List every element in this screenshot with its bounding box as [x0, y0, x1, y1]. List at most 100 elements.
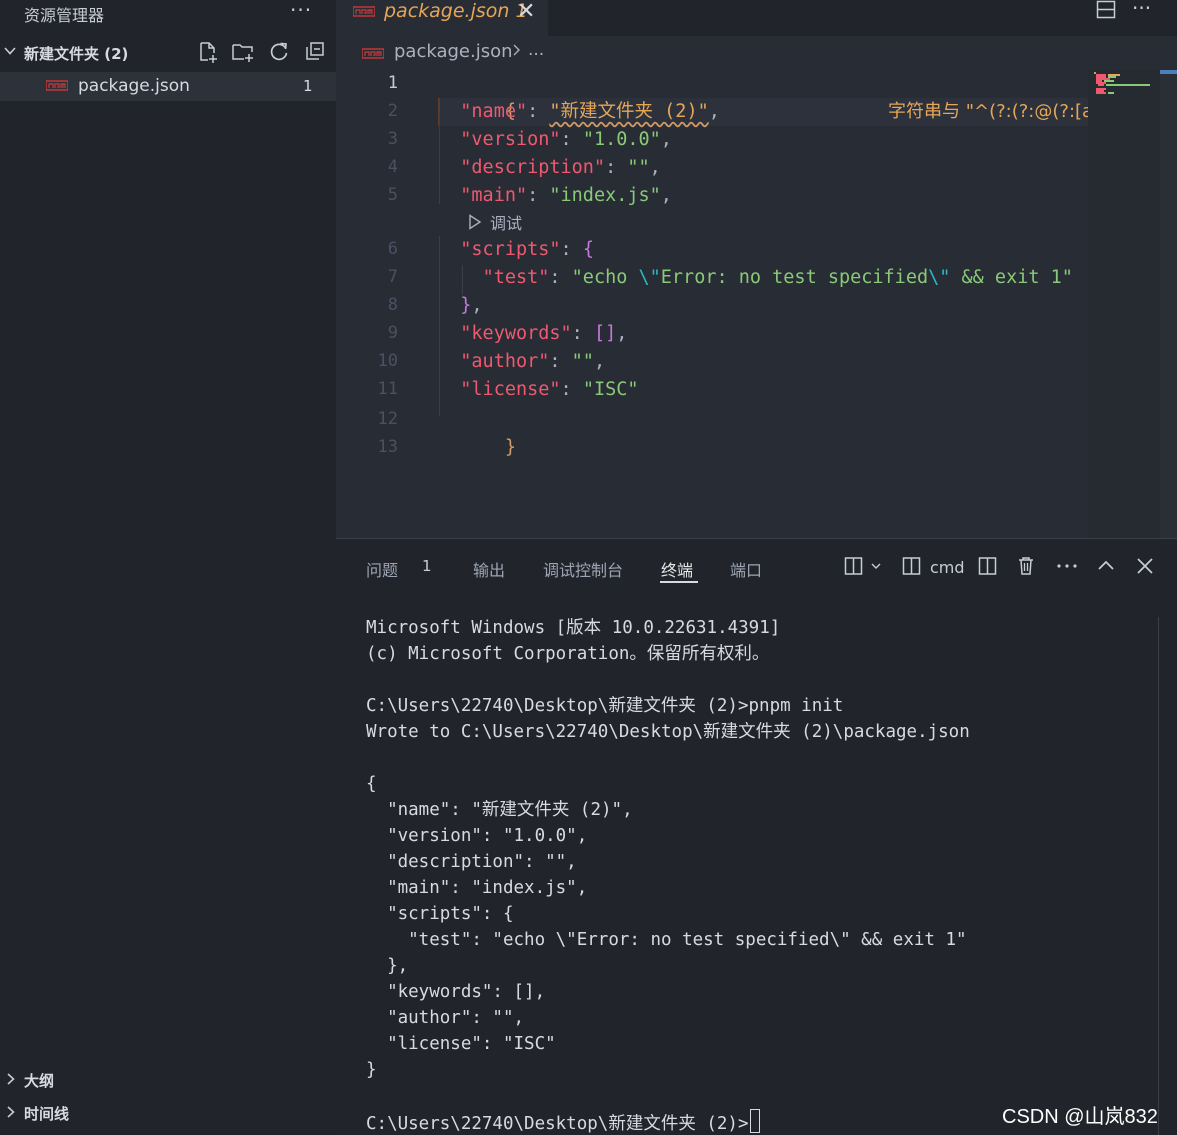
more-actions-icon[interactable] — [1056, 556, 1078, 576]
tab-debug-console[interactable]: 调试控制台 — [543, 557, 623, 581]
close-icon[interactable] — [1135, 556, 1155, 576]
line-number: 9 — [387, 323, 398, 343]
code-line-7: "test": "echo \"Error: no test specified… — [482, 267, 1073, 288]
folder-section-header[interactable]: 新建文件夹 (2) — [0, 38, 336, 68]
terminal-line: C:\Users\22740\Desktop\新建文件夹 (2)>pnpm in… — [366, 696, 844, 716]
code-line-9: "keywords": [], — [460, 323, 628, 344]
refresh-icon[interactable] — [267, 40, 291, 64]
problem-count-badge: 1 — [303, 77, 313, 95]
breadcrumb: package.json ... — [336, 36, 1177, 70]
breadcrumb-symbols[interactable]: ... — [528, 40, 544, 60]
close-icon[interactable]: ✕ — [517, 0, 535, 24]
terminal-output[interactable]: Microsoft Windows [版本 10.0.22631.4391] (c… — [366, 615, 1146, 1135]
terminal-prompt: C:\Users\22740\Desktop\新建文件夹 (2)> — [366, 1109, 760, 1135]
trash-icon[interactable] — [1016, 556, 1036, 576]
editor-tab-bar: package.json 1 ✕ ··· — [336, 0, 1177, 36]
tab-terminal[interactable]: 终端 — [661, 557, 693, 581]
timeline-label: 时间线 — [24, 1105, 70, 1123]
problems-count-badge: 1 — [422, 557, 432, 575]
terminal-line: "test": "echo \"Error: no test specified… — [366, 930, 967, 950]
terminal-cursor — [749, 1109, 760, 1133]
file-name: package.json — [78, 76, 190, 96]
code-editor[interactable]: 1 2 3 4 5 6 7 8 9 10 11 12 13 { "name": "新建文件夹 (2)",… — [336, 70, 1177, 538]
terminal-line: "author": "", — [366, 1008, 525, 1028]
line-number: 4 — [387, 157, 398, 177]
code-area[interactable]: { "name": "新建文件夹 (2)", 字符串与 "^(?:(?:@(?:… — [438, 70, 1088, 538]
terminal-line: "keywords": [], — [366, 982, 546, 1002]
timeline-section[interactable]: 时间线 — [0, 1100, 336, 1126]
watermark: CSDN @山岚832 — [1002, 1106, 1158, 1128]
folder-name: 新建文件夹 (2) — [24, 45, 129, 63]
terminal-line: Wrote to C:\Users\22740\Desktop\新建文件夹 (2… — [366, 722, 970, 742]
terminal-line: } — [366, 1060, 377, 1080]
chevron-right-icon — [7, 1106, 15, 1118]
npm-icon — [353, 6, 375, 17]
collapse-all-icon[interactable] — [303, 40, 327, 64]
tab-problems[interactable]: 问题 — [366, 557, 398, 581]
line-number-gutter: 1 2 3 4 5 6 7 8 9 10 11 12 13 — [336, 70, 426, 538]
tab-ports[interactable]: 端口 — [730, 557, 762, 581]
terminal-line: Microsoft Windows [版本 10.0.22631.4391] — [366, 618, 781, 638]
code-line-10: "author": "", — [460, 351, 606, 372]
new-file-icon[interactable] — [196, 40, 220, 64]
split-editor-icon[interactable] — [1096, 0, 1116, 20]
maximize-panel-icon[interactable] — [1096, 556, 1116, 576]
new-terminal-split-icon[interactable] — [844, 556, 884, 576]
editor-scrollbar[interactable] — [1160, 70, 1177, 538]
line-number: 7 — [387, 267, 398, 287]
outline-label: 大纲 — [24, 1072, 55, 1090]
line-number: 3 — [387, 129, 398, 149]
minimap[interactable] — [1088, 70, 1160, 538]
terminal-line: "description": "", — [366, 852, 577, 872]
line-number: 12 — [377, 409, 398, 429]
terminal-scrollbar[interactable] — [1158, 617, 1159, 1135]
line-number: 10 — [377, 351, 398, 371]
explorer-header: 资源管理器 ··· — [0, 0, 336, 34]
explorer-sidebar: 资源管理器 ··· 新建文件夹 (2) package.json 1 大纲 时间… — [0, 0, 336, 1134]
line-number: 5 — [387, 185, 398, 205]
chevron-right-icon — [513, 44, 520, 56]
breadcrumb-file[interactable]: package.json — [394, 41, 513, 62]
npm-icon — [46, 80, 68, 91]
code-line-6: "scripts": { — [460, 239, 594, 260]
explorer-title: 资源管理器 — [24, 6, 105, 25]
minimap-preview — [1094, 72, 1150, 94]
inline-warning-message: 字符串与 "^(?:(?:@(?:[a-z0- — [888, 101, 1088, 122]
line-number: 1 — [387, 73, 398, 93]
terminal-line: "main": "index.js", — [366, 878, 588, 898]
terminal-line: { — [366, 774, 377, 794]
code-line-1: { — [504, 101, 516, 122]
file-item-package-json[interactable]: package.json 1 — [0, 72, 336, 101]
chevron-right-icon — [7, 1073, 15, 1085]
scrollbar-thumb[interactable] — [1160, 70, 1177, 74]
outline-section[interactable]: 大纲 — [0, 1067, 336, 1093]
code-line-2: "name": "新建文件夹 (2)", — [460, 101, 720, 122]
warning-squiggle: "新建文件夹 (2)" — [549, 101, 709, 122]
new-folder-icon[interactable] — [231, 40, 255, 64]
play-icon — [469, 214, 482, 230]
terminal-line: }, — [366, 956, 409, 976]
line-number: 11 — [377, 379, 398, 399]
terminal-profile-label[interactable]: cmd — [930, 558, 965, 577]
terminal-line: "version": "1.0.0", — [366, 826, 588, 846]
line-number: 13 — [377, 437, 398, 457]
line-number: 6 — [387, 239, 398, 259]
more-actions-icon[interactable]: ··· — [1132, 0, 1151, 20]
active-tab-indicator — [660, 581, 698, 583]
code-line-12: } — [504, 437, 516, 458]
code-line-5: "main": "index.js", — [460, 185, 672, 206]
bottom-panel: 问题 1 输出 调试控制台 终端 端口 cmd Microsoft Window… — [336, 538, 1177, 1135]
terminal-line: "license": "ISC" — [366, 1034, 556, 1054]
chevron-down-icon — [4, 47, 16, 55]
npm-icon — [362, 48, 384, 59]
tab-package-json[interactable]: package.json 1 ✕ — [336, 0, 548, 36]
line-number: 2 — [387, 101, 398, 121]
line-number: 8 — [387, 295, 398, 315]
split-terminal-icon[interactable] — [978, 556, 998, 576]
tab-output[interactable]: 输出 — [473, 557, 505, 581]
more-actions-icon[interactable]: ··· — [290, 0, 312, 22]
code-line-11: "license": "ISC" — [460, 379, 639, 400]
terminal-profile-icon[interactable] — [902, 556, 922, 576]
code-line-3: "version": "1.0.0", — [460, 129, 672, 150]
terminal-line: "name": "新建文件夹 (2)", — [366, 800, 633, 820]
